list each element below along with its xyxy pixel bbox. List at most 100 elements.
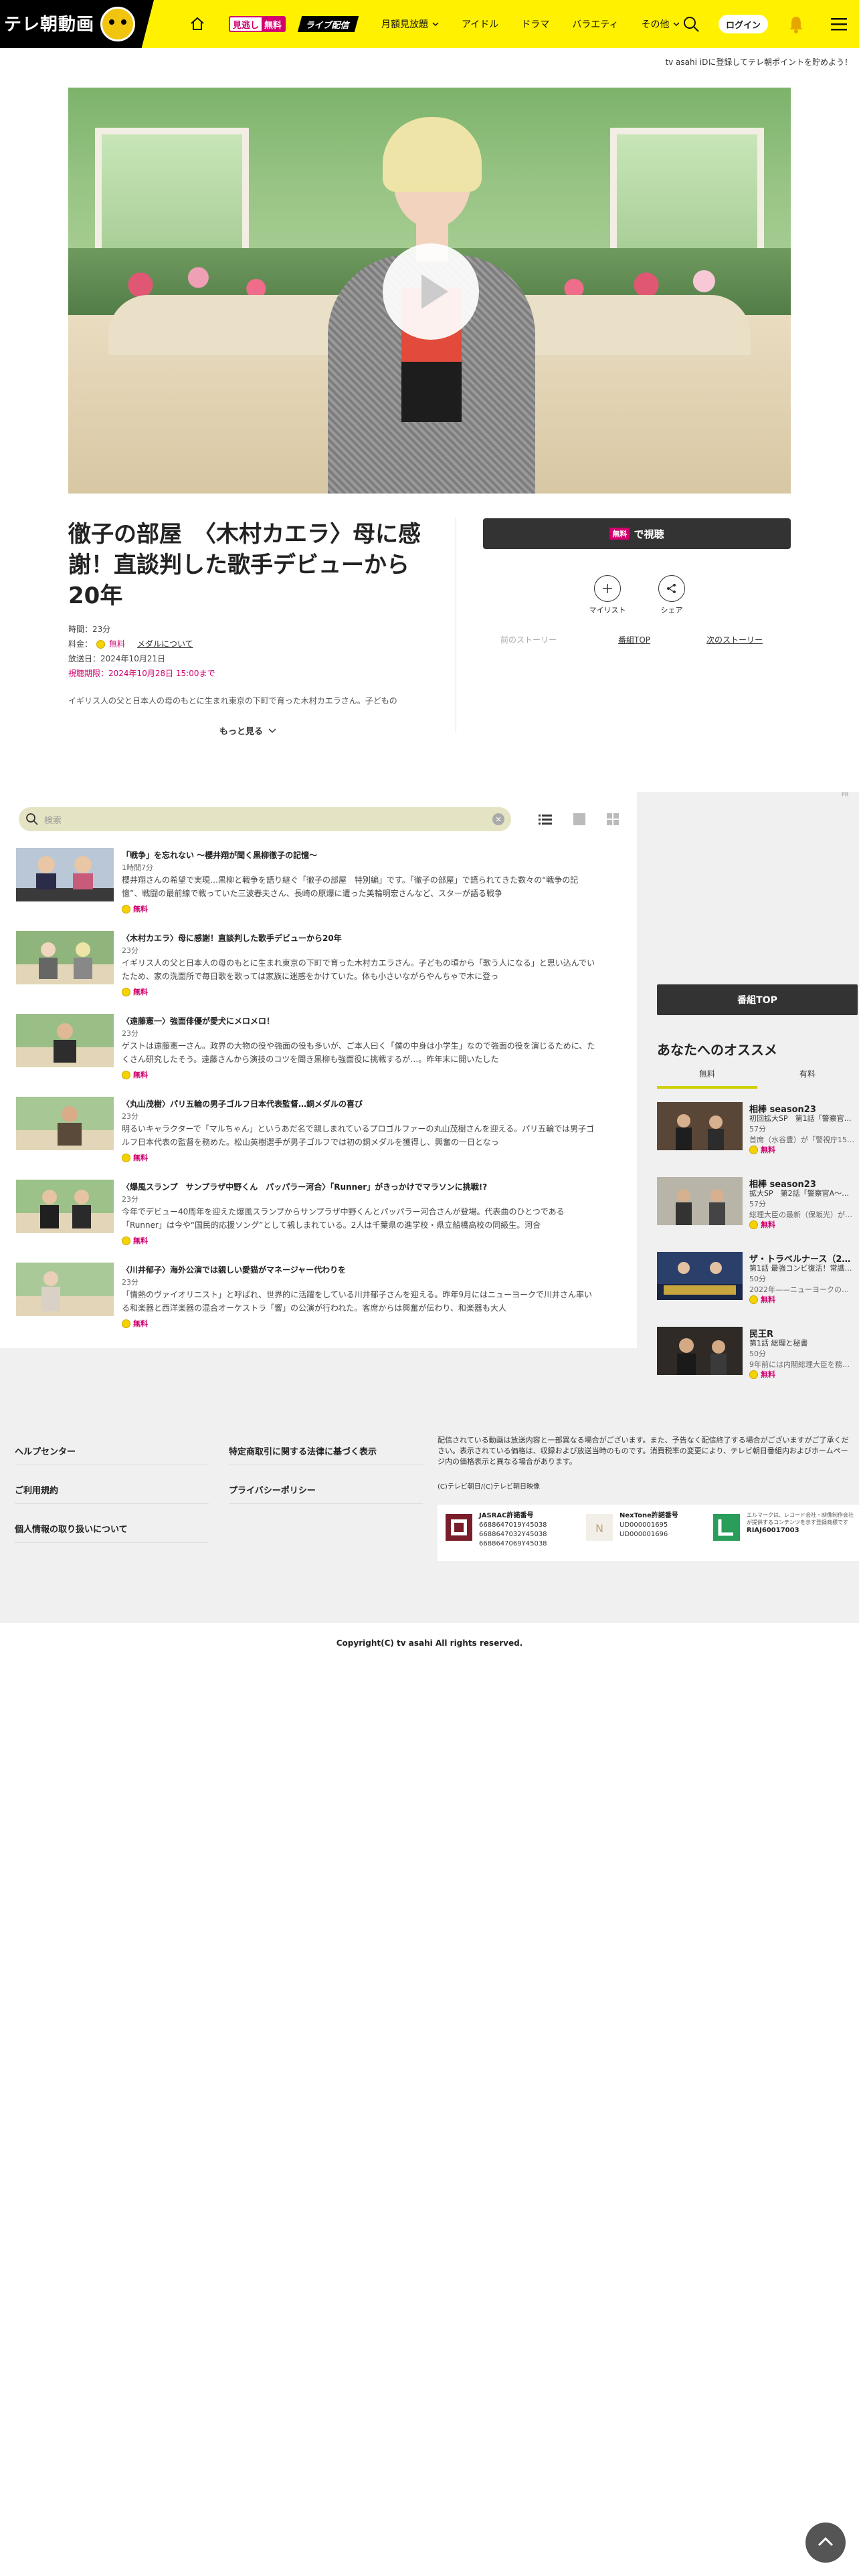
pr-label: PR (842, 792, 849, 798)
coin-icon (122, 1070, 130, 1079)
tab-paid[interactable]: 有料 (757, 1068, 858, 1079)
search-input[interactable]: 検索 (44, 813, 62, 826)
program-meta: 時間： 23分 料金： 無料 メダルについて 放送日： 2024年10月21日 視聴期限… (68, 622, 215, 681)
footer-link-commerce-law[interactable]: 特定商取引に関する法律に基づく表示 (229, 1444, 377, 1457)
nextone-title: NexTone許諾番号 (619, 1512, 678, 1519)
recommend-item[interactable]: ザ・トラベルナース（2… 第1話 最強コンビ復活！常識… 50分 2022年——… (657, 1252, 858, 1305)
grid-view-icon[interactable] (605, 812, 620, 827)
coin-icon (122, 987, 130, 996)
jasrac-title: JASRAC許諾番号 (479, 1512, 534, 1519)
recommend-item[interactable]: 民王R 第1話 総理と秘書 50分 9年前には内閣総理大臣を務… 無料 (657, 1327, 858, 1380)
play-button[interactable] (383, 243, 479, 340)
footer-link-privacy-handling[interactable]: 個人情報の取り扱いについて (15, 1522, 128, 1535)
coin-icon (749, 1295, 758, 1304)
card-view-icon[interactable] (572, 812, 587, 827)
episode-description: 櫻井翔さんの希望で実現…黒柳と戦争を語り継ぐ「徹子の部屋 特別編」です。「徹子の… (122, 875, 579, 898)
footer-link-help[interactable]: ヘルプセンター (15, 1444, 76, 1457)
share-label: シェア (660, 606, 683, 615)
episode-thumbnail (16, 1097, 114, 1150)
recommend-item[interactable]: 相棒 season23 初回拡大SP 第1話「警察官… 57分 首席（水谷豊）が… (657, 1102, 858, 1156)
active-tab-indicator (657, 1086, 757, 1089)
program-top-button[interactable]: 番組TOP (657, 984, 858, 1015)
recommend-duration: 50分 (749, 1350, 766, 1358)
recommend-description: 2022年——ニューヨークの… (749, 1285, 849, 1294)
free-catchup-badge[interactable]: 見逃し 無料 (229, 16, 286, 32)
recommend-duration: 57分 (749, 1125, 766, 1134)
episode-thumbnail (16, 1014, 114, 1067)
recommend-item[interactable]: 相棒 season23 拡大SP 第2話「警察官A～… 57分 総理大臣の最新（… (657, 1177, 858, 1230)
video-player[interactable] (68, 88, 791, 494)
episode-item[interactable]: 〈木村カエラ〉母に感謝！直談判した歌手デビューから20年 23分 イギリス人の父… (16, 931, 618, 1004)
show-more-button[interactable]: もっと見る (219, 724, 276, 737)
lmark-text: エルマークは、レコード会社・映像制作会社が提供するコンテンツを示す登録商標です (747, 1512, 854, 1525)
free-text: 無料 (761, 1370, 775, 1379)
menu-icon[interactable] (830, 16, 848, 32)
nav-label: 月額見放題 (381, 19, 428, 30)
recommend-thumbnail (657, 1177, 743, 1225)
divider (15, 1542, 209, 1543)
live-stream-badge[interactable]: ライブ配信 (297, 16, 359, 32)
nav-variety[interactable]: バラエティ (572, 17, 618, 31)
bell-icon[interactable] (787, 15, 805, 33)
episode-title: 〈遠藤憲一〉強面俳優が愛犬にメロメロ！ (122, 1016, 275, 1026)
episode-duration: 1時間7分 (122, 863, 153, 872)
footer-credit: (C)テレビ朝日/(C)テレビ朝日映像 (438, 1483, 540, 1491)
home-icon[interactable] (189, 16, 205, 32)
episode-description: 「情熱のヴァイオリニスト」と呼ばれ、世界的に活躍をしている川井郁子さんを迎える。… (122, 1290, 593, 1313)
promo-text[interactable]: tv asahi iDに登録してテレ朝ポイントを貯めよう！ (665, 56, 852, 68)
medal-info-link[interactable]: メダルについて (137, 637, 193, 651)
nav-monthly[interactable]: 月額見放題 (381, 17, 439, 31)
search-icon[interactable] (682, 15, 700, 33)
nav-other[interactable]: その他 (641, 17, 680, 31)
episode-title: 「戦争」を忘れない ～櫻井翔が聞く黒柳徹子の記憶～ (122, 851, 318, 860)
free-label: 無料 (749, 1369, 775, 1380)
watch-free-button[interactable]: 無料 で視聴 (483, 518, 791, 549)
coin-icon (122, 904, 130, 914)
recommend-heading: あなたへのオススメ (657, 1042, 777, 1058)
show-more-label: もっと見る (219, 727, 264, 737)
episode-item[interactable]: 「戦争」を忘れない ～櫻井翔が聞く黒柳徹子の記憶～ 1時間7分 櫻井翔さんの希望… (16, 848, 618, 922)
episode-title: 〈木村カエラ〉母に感謝！直談判した歌手デビューから20年 (122, 934, 342, 943)
episode-search[interactable]: 検索 ✕ (19, 807, 511, 831)
air-date: 2024年10月21日 (100, 654, 166, 663)
recommend-description: 首席（水谷豊）が「警視庁15… (749, 1136, 854, 1144)
share-button[interactable] (658, 575, 685, 602)
clear-icon[interactable]: ✕ (492, 813, 504, 825)
mascot-icon (100, 7, 135, 41)
list-view-icon[interactable] (538, 812, 553, 827)
period-label: 視聴期限： (68, 669, 109, 678)
nav-drama[interactable]: ドラマ (521, 17, 549, 31)
recommend-thumbnail (657, 1102, 743, 1150)
license-box: JASRAC許諾番号 6688647019Y45038 6688647032Y4… (438, 1505, 859, 1561)
footer (0, 1380, 859, 1623)
tab-free[interactable]: 無料 (657, 1068, 757, 1079)
nav-idol[interactable]: アイドル (462, 17, 498, 31)
scroll-top-button[interactable] (805, 2523, 846, 2563)
time-label: 時間： (68, 625, 93, 634)
login-button[interactable]: ログイン (719, 15, 768, 33)
episode-duration: 23分 (122, 1112, 138, 1121)
footer-link-privacy-policy[interactable]: プライバシーポリシー (229, 1483, 316, 1496)
chevron-down-icon (268, 728, 276, 733)
episode-item[interactable]: 〈丸山茂樹〉パリ五輪の男子ゴルフ日本代表監督…銅メダルの喜び 23分 明るいキャ… (16, 1097, 618, 1170)
recommend-subtitle: 初回拡大SP 第1話「警察官… (749, 1114, 852, 1123)
footer-link-terms[interactable]: ご利用規約 (15, 1483, 58, 1496)
recommend-description: 総理大臣の最新（保坂光）が… (749, 1210, 852, 1219)
coin-icon (122, 1236, 130, 1245)
next-story-link[interactable]: 次のストーリー (706, 634, 763, 645)
prev-story-link[interactable]: 前のストーリー (500, 634, 557, 645)
recommend-thumbnail (657, 1327, 743, 1375)
chevron-down-icon (432, 22, 439, 27)
episode-item[interactable]: 〈川井郁子〉海外公演では親しい愛猫がマネージャー代わりを 23分 「情熱のヴァイ… (16, 1263, 618, 1336)
program-top-link[interactable]: 番組TOP (618, 634, 650, 645)
site-logo[interactable]: テレ朝動画 (0, 0, 154, 48)
episode-item[interactable]: 〈爆風スランプ サンプラザ中野くん パッパラー河合〉「Runner」がきっかけで… (16, 1180, 618, 1253)
episode-duration: 23分 (122, 1029, 138, 1038)
coin-icon (749, 1220, 758, 1229)
free-text: 無料 (761, 1146, 775, 1154)
coin-icon (749, 1370, 758, 1379)
recommend-subtitle: 拡大SP 第2話「警察官A～… (749, 1189, 850, 1198)
site-header: テレ朝動画 見逃し 無料 ライブ配信 月額見放題 アイドル ドラマ バラエティ … (0, 0, 859, 48)
mylist-button[interactable] (594, 575, 621, 602)
episode-item[interactable]: 〈遠藤憲一〉強面俳優が愛犬にメロメロ！ 23分 ゲストは遠藤憲一さん。政界の大物… (16, 1014, 618, 1087)
